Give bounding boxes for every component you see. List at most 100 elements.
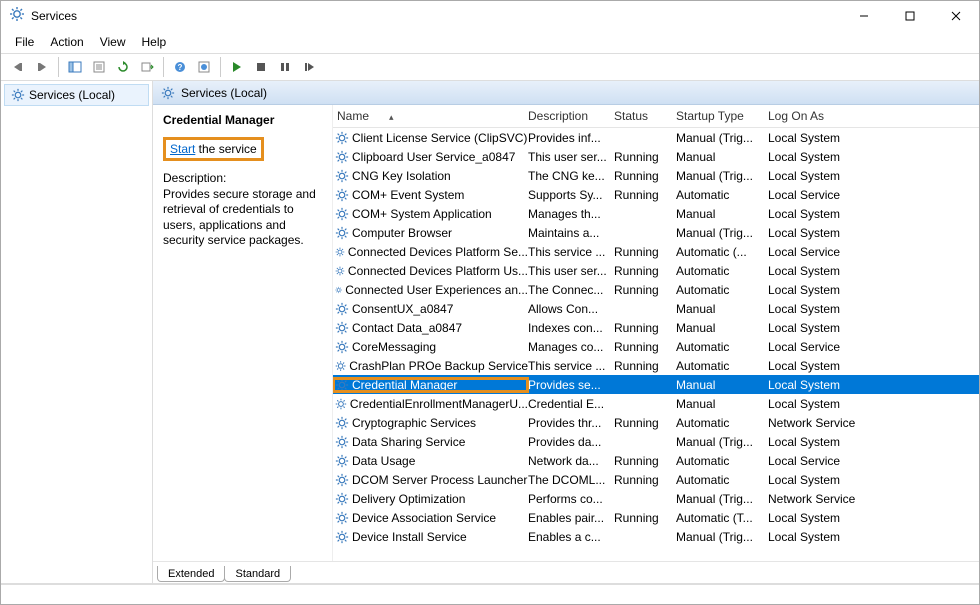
- list-body[interactable]: Client License Service (ClipSVC)Provides…: [333, 128, 979, 561]
- service-name: Device Install Service: [352, 530, 467, 544]
- service-description: This service ...: [528, 245, 614, 259]
- service-icon: [335, 188, 349, 202]
- service-name: CredentialEnrollmentManagerU...: [350, 397, 528, 411]
- service-description: Performs co...: [528, 492, 614, 506]
- service-startup: Manual: [676, 321, 768, 335]
- tab-extended[interactable]: Extended: [157, 566, 225, 582]
- service-row[interactable]: ConsentUX_a0847Allows Con...ManualLocal …: [333, 299, 979, 318]
- service-startup: Manual (Trig...: [676, 169, 768, 183]
- service-logon: Local Service: [768, 340, 878, 354]
- service-logon: Local System: [768, 321, 878, 335]
- service-row[interactable]: Connected Devices Platform Us...This use…: [333, 261, 979, 280]
- nav-forward-button[interactable]: [31, 56, 53, 78]
- col-log-on-as[interactable]: Log On As: [768, 109, 878, 123]
- service-logon: Local System: [768, 435, 878, 449]
- help2-button[interactable]: [193, 56, 215, 78]
- service-icon: [335, 169, 349, 183]
- menu-file[interactable]: File: [7, 33, 42, 51]
- service-row[interactable]: COM+ Event SystemSupports Sy...RunningAu…: [333, 185, 979, 204]
- service-icon: [335, 435, 349, 449]
- menu-action[interactable]: Action: [42, 33, 91, 51]
- service-startup: Manual (Trig...: [676, 435, 768, 449]
- service-row[interactable]: Data UsageNetwork da...RunningAutomaticL…: [333, 451, 979, 470]
- result-pane: Services (Local) Credential Manager Star…: [153, 81, 979, 583]
- service-row[interactable]: Connected Devices Platform Se...This ser…: [333, 242, 979, 261]
- service-row[interactable]: CNG Key IsolationThe CNG ke...RunningMan…: [333, 166, 979, 185]
- service-description: The CNG ke...: [528, 169, 614, 183]
- maximize-button[interactable]: [887, 1, 933, 31]
- service-logon: Local Service: [768, 245, 878, 259]
- start-service-button[interactable]: [226, 56, 248, 78]
- service-startup: Automatic: [676, 188, 768, 202]
- restart-service-button[interactable]: [298, 56, 320, 78]
- col-status[interactable]: Status: [614, 109, 676, 123]
- description-text: Provides secure storage and retrieval of…: [163, 187, 322, 249]
- col-description[interactable]: Description: [528, 109, 614, 123]
- minimize-button[interactable]: [841, 1, 887, 31]
- service-row[interactable]: DCOM Server Process LauncherThe DCOML...…: [333, 470, 979, 489]
- services-app-icon: [9, 6, 25, 27]
- start-service-link[interactable]: Start: [170, 142, 195, 156]
- service-icon: [335, 340, 349, 354]
- service-icon: [335, 226, 349, 240]
- sort-indicator-icon: ▴: [389, 112, 394, 122]
- service-row[interactable]: Contact Data_a0847Indexes con...RunningM…: [333, 318, 979, 337]
- refresh-button[interactable]: [112, 56, 134, 78]
- service-row[interactable]: CredentialEnrollmentManagerU...Credentia…: [333, 394, 979, 413]
- service-name: Contact Data_a0847: [352, 321, 462, 335]
- detail-pane: Credential Manager Start the service Des…: [153, 105, 333, 561]
- menu-help[interactable]: Help: [134, 33, 175, 51]
- col-startup-type[interactable]: Startup Type: [676, 109, 768, 123]
- service-status: Running: [614, 150, 676, 164]
- export-button[interactable]: [136, 56, 158, 78]
- service-row[interactable]: Computer BrowserMaintains a...Manual (Tr…: [333, 223, 979, 242]
- service-icon: [335, 283, 342, 297]
- col-name[interactable]: Name▴: [333, 109, 528, 123]
- service-row[interactable]: Device Install ServiceEnables a c...Manu…: [333, 527, 979, 546]
- properties-button[interactable]: [88, 56, 110, 78]
- service-row[interactable]: Cryptographic ServicesProvides thr...Run…: [333, 413, 979, 432]
- service-name: Connected User Experiences an...: [345, 283, 528, 297]
- service-logon: Local System: [768, 226, 878, 240]
- stop-service-button[interactable]: [250, 56, 272, 78]
- start-link-highlight: Start the service: [163, 137, 264, 161]
- service-logon: Local System: [768, 207, 878, 221]
- description-label: Description:: [163, 171, 322, 187]
- service-row[interactable]: Clipboard User Service_a0847This user se…: [333, 147, 979, 166]
- service-row[interactable]: Credential ManagerProvides se...ManualLo…: [333, 375, 979, 394]
- nav-back-button[interactable]: [7, 56, 29, 78]
- service-row[interactable]: Connected User Experiences an...The Conn…: [333, 280, 979, 299]
- show-hide-tree-button[interactable]: [64, 56, 86, 78]
- service-row[interactable]: CrashPlan PROe Backup ServiceThis servic…: [333, 356, 979, 375]
- service-icon: [335, 473, 349, 487]
- pause-service-button[interactable]: [274, 56, 296, 78]
- service-name: Connected Devices Platform Se...: [348, 245, 528, 259]
- tree-node-services-local[interactable]: Services (Local): [4, 84, 149, 106]
- help-button[interactable]: ?: [169, 56, 191, 78]
- service-name: CNG Key Isolation: [352, 169, 451, 183]
- service-logon: Local System: [768, 473, 878, 487]
- service-row[interactable]: CoreMessagingManages co...RunningAutomat…: [333, 337, 979, 356]
- service-row[interactable]: Delivery OptimizationPerforms co...Manua…: [333, 489, 979, 508]
- tab-standard[interactable]: Standard: [224, 566, 291, 582]
- service-description: Provides inf...: [528, 131, 614, 145]
- service-description: This service ...: [528, 359, 614, 373]
- service-status: Running: [614, 340, 676, 354]
- service-description: Enables pair...: [528, 511, 614, 525]
- service-icon: [335, 397, 347, 411]
- service-row[interactable]: COM+ System ApplicationManages th...Manu…: [333, 204, 979, 223]
- services-list: Name▴ Description Status Startup Type Lo…: [333, 105, 979, 561]
- menu-view[interactable]: View: [92, 33, 134, 51]
- service-icon: [335, 207, 349, 221]
- service-row[interactable]: Client License Service (ClipSVC)Provides…: [333, 128, 979, 147]
- service-logon: Local System: [768, 283, 878, 297]
- service-description: Credential E...: [528, 397, 614, 411]
- service-status: Running: [614, 321, 676, 335]
- service-startup: Automatic: [676, 264, 768, 278]
- service-icon: [335, 378, 349, 392]
- service-row[interactable]: Data Sharing ServiceProvides da...Manual…: [333, 432, 979, 451]
- service-startup: Automatic: [676, 473, 768, 487]
- service-logon: Local System: [768, 397, 878, 411]
- close-button[interactable]: [933, 1, 979, 31]
- service-row[interactable]: Device Association ServiceEnables pair..…: [333, 508, 979, 527]
